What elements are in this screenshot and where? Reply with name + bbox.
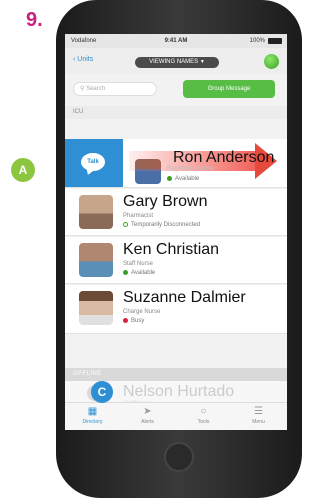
tab-label: Directory xyxy=(82,419,103,425)
back-button[interactable]: ‹ Units xyxy=(73,56,93,63)
search-input[interactable]: ⚲ Search xyxy=(73,82,157,96)
contact-row[interactable]: Talk Ron Anderson Registered Nurse Avail… xyxy=(65,139,287,188)
busy-status-icon xyxy=(123,318,128,323)
chevron-down-icon: ▼ xyxy=(199,59,205,65)
contact-name: Ken Christian xyxy=(123,241,220,258)
callout-c: C xyxy=(91,381,113,403)
directory-icon: ▦ xyxy=(87,406,98,417)
avatar xyxy=(79,243,113,277)
tab-directory[interactable]: ▦ Directory xyxy=(65,403,120,430)
tab-bar: ▦ Directory ➤ Alerts ○ Tools ☰ Menu xyxy=(65,402,287,430)
contact-row[interactable]: Gary Brown Pharmacist Temporarily Discon… xyxy=(65,189,287,236)
phone-frame: Vodafone 9:41 AM 100% ‹ Units VIEWING NA… xyxy=(56,0,302,498)
tools-icon: ○ xyxy=(200,406,207,417)
contact-status: Available xyxy=(167,176,199,182)
search-placeholder: Search xyxy=(86,86,106,92)
contact-role: Charge Nurse xyxy=(123,309,161,315)
talk-action-button[interactable]: Talk xyxy=(65,139,123,187)
contact-status: Busy xyxy=(123,318,144,324)
disconnected-status-icon xyxy=(123,222,128,227)
callout-a: A xyxy=(11,158,35,182)
view-selector[interactable]: VIEWING NAMES ▼ xyxy=(135,57,219,68)
tab-menu[interactable]: ☰ Menu xyxy=(231,403,286,430)
battery-percent: 100% xyxy=(249,38,265,44)
contact-status: Available xyxy=(123,270,155,276)
available-status-icon xyxy=(167,176,172,181)
contact-row[interactable]: Ken Christian Staff Nurse Available xyxy=(65,237,287,284)
contact-row[interactable]: Suzanne Dalmier Charge Nurse Busy xyxy=(65,285,287,334)
contact-role: Registered Nurse xyxy=(167,166,214,172)
contact-name: Suzanne Dalmier xyxy=(123,289,246,306)
app-screen: Vodafone 9:41 AM 100% ‹ Units VIEWING NA… xyxy=(65,34,287,430)
avatar xyxy=(79,291,113,325)
contact-name: Nelson Hurtado xyxy=(123,383,235,400)
contact-name: Ron Anderson xyxy=(173,149,275,166)
contact-name: Gary Brown xyxy=(123,193,208,210)
search-icon: ⚲ xyxy=(80,86,85,92)
nav-bar: ‹ Units VIEWING NAMES ▼ xyxy=(65,48,287,74)
status-bar: Vodafone 9:41 AM 100% xyxy=(65,34,287,48)
contact-status: Temporarily Disconnected xyxy=(123,222,200,228)
tab-label: Menu xyxy=(252,419,265,425)
battery-icon xyxy=(268,38,282,44)
tab-label: Alerts xyxy=(141,419,154,425)
step-number: 9. xyxy=(26,9,43,31)
avatar xyxy=(79,195,113,229)
tab-label: Tools xyxy=(197,419,210,425)
section-header-icu: ICU xyxy=(65,106,287,119)
contact-role: Pharmacist xyxy=(123,213,154,219)
back-label: Units xyxy=(77,56,94,63)
chat-bubble-icon: Talk xyxy=(81,153,105,171)
home-button[interactable] xyxy=(164,442,194,472)
presence-status-icon[interactable] xyxy=(264,54,279,69)
alerts-icon: ➤ xyxy=(143,406,152,417)
group-message-button[interactable]: Group Message xyxy=(183,80,275,98)
section-header-offline: OFFLINE xyxy=(65,368,287,381)
tab-tools[interactable]: ○ Tools xyxy=(176,403,231,430)
view-selector-label: VIEWING NAMES xyxy=(149,59,199,65)
tab-alerts[interactable]: ➤ Alerts xyxy=(120,403,175,430)
menu-icon: ☰ xyxy=(254,406,263,417)
contact-role: Staff Nurse xyxy=(123,261,153,267)
available-status-icon xyxy=(123,270,128,275)
